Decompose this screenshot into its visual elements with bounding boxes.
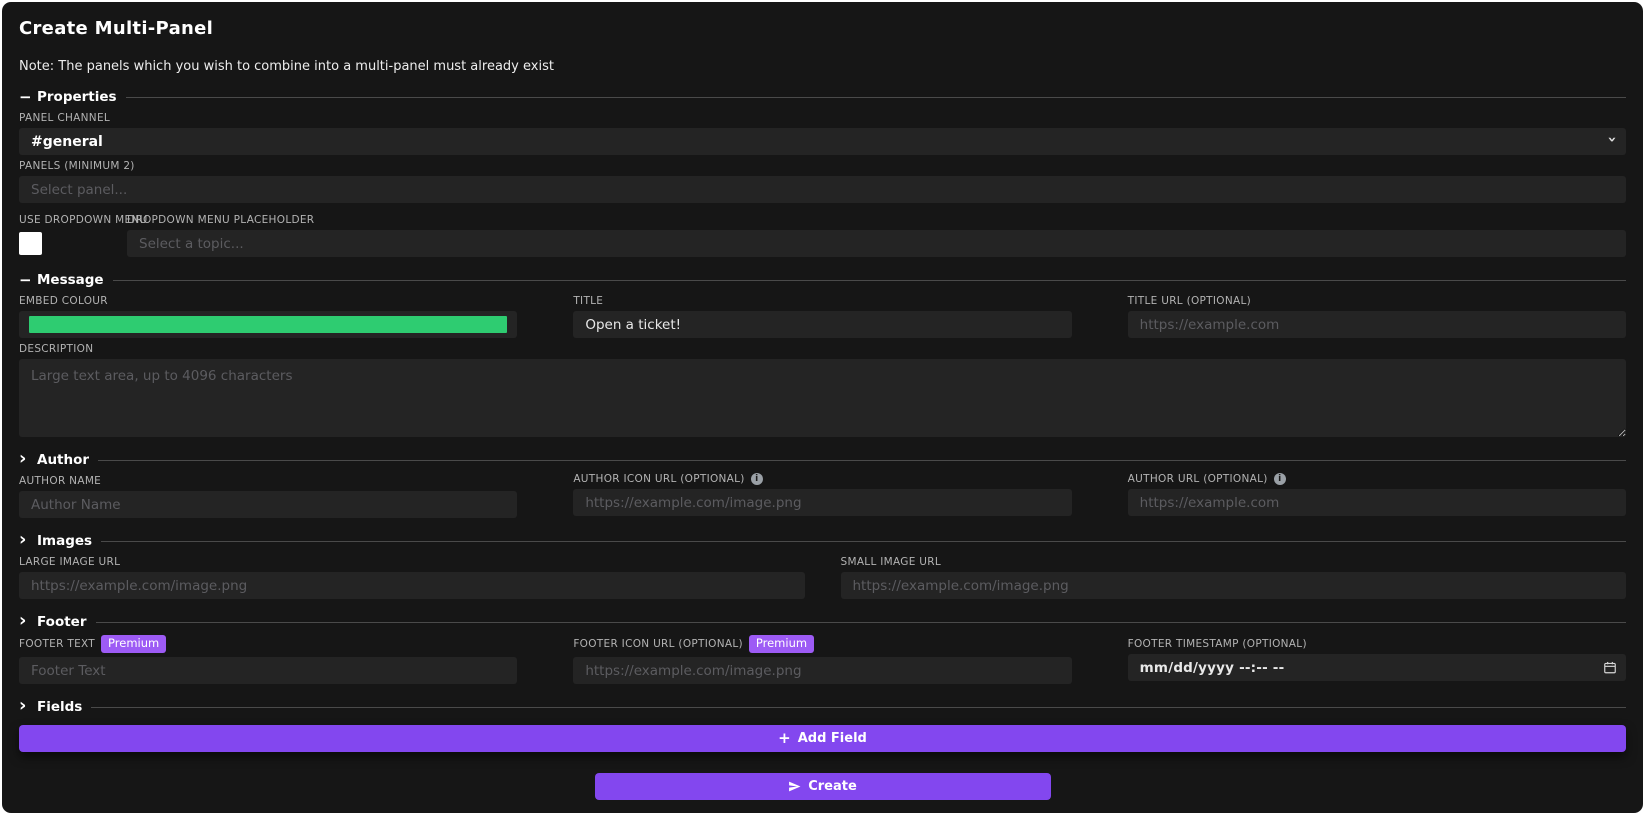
create-button[interactable]: Create [594, 773, 1051, 800]
add-field-label: Add Field [797, 731, 867, 746]
section-title-author: Author [37, 452, 90, 468]
large-image-field: LARGE IMAGE URL [19, 551, 805, 599]
section-title-fields: Fields [37, 699, 83, 715]
dropdown-placeholder-input[interactable] [127, 230, 1626, 257]
title-label: TITLE [573, 295, 604, 307]
footer-icon-url-label: FOOTER ICON URL (OPTIONAL) [573, 638, 743, 650]
collapse-icon[interactable]: − [19, 89, 33, 105]
add-field-button[interactable]: + Add Field [19, 725, 1626, 752]
section-divider [98, 459, 1626, 461]
large-image-label: LARGE IMAGE URL [19, 556, 121, 568]
premium-badge: Premium [748, 635, 815, 653]
collapse-icon[interactable]: − [19, 272, 33, 288]
description-label: DESCRIPTION [19, 343, 94, 355]
dropdown-menu-row: USE DROPDOWN MENU DROPDOWN MENU PLACEHOL… [19, 209, 1626, 257]
premium-badge: Premium [101, 635, 167, 653]
panels-label: PANELS (MINIMUM 2) [19, 160, 135, 172]
section-divider [95, 621, 1626, 623]
footer-timestamp-field: FOOTER TIMESTAMP (OPTIONAL) [1127, 632, 1626, 684]
section-title-message: Message [37, 272, 104, 288]
author-url-label: AUTHOR URL (OPTIONAL) [1127, 473, 1268, 485]
section-divider [91, 706, 1626, 708]
plus-icon: + [778, 729, 791, 747]
title-url-field: TITLE URL (OPTIONAL) [1127, 290, 1626, 338]
footer-timestamp-input-wrap [1127, 654, 1626, 681]
author-url-input[interactable] [1127, 489, 1626, 516]
dropdown-placeholder-label: DROPDOWN MENU PLACEHOLDER [127, 214, 315, 226]
author-name-input[interactable] [19, 491, 518, 518]
section-header-author[interactable]: › Author [19, 449, 1626, 470]
send-icon [789, 781, 801, 792]
title-field: TITLE [573, 290, 1072, 338]
small-image-input[interactable] [840, 572, 1626, 599]
section-title-footer: Footer [37, 614, 87, 630]
section-header-footer[interactable]: › Footer [19, 611, 1626, 632]
panel-channel-label: PANEL CHANNEL [19, 112, 111, 124]
section-title-properties: Properties [37, 89, 117, 105]
large-image-input[interactable] [19, 572, 805, 599]
embed-colour-label: EMBED COLOUR [19, 295, 108, 307]
panel-channel-select[interactable]: #general › [19, 128, 1626, 155]
footer-icon-url-field: FOOTER ICON URL (OPTIONAL) Premium [573, 632, 1072, 684]
create-multi-panel-page: Create Multi-Panel Note: The panels whic… [2, 2, 1643, 813]
panel-channel-select-control[interactable]: #general [19, 128, 1626, 155]
small-image-field: SMALL IMAGE URL [840, 551, 1626, 599]
info-icon: i [750, 473, 763, 485]
section-divider [125, 96, 1626, 98]
page-title: Create Multi-Panel [19, 18, 214, 39]
author-icon-url-label: AUTHOR ICON URL (OPTIONAL) [573, 473, 745, 485]
footer-icon-url-input[interactable] [573, 657, 1072, 684]
footer-text-label: FOOTER TEXT [19, 638, 96, 650]
section-title-images: Images [37, 533, 93, 549]
footer-timestamp-label: FOOTER TIMESTAMP (OPTIONAL) [1127, 638, 1307, 650]
section-divider [101, 540, 1626, 542]
title-input[interactable] [573, 311, 1072, 338]
page-note: Note: The panels which you wish to combi… [19, 59, 554, 74]
author-name-label: AUTHOR NAME [19, 475, 102, 487]
embed-colour-input[interactable] [19, 311, 518, 338]
section-header-fields[interactable]: › Fields [19, 696, 1626, 717]
embed-colour-swatch [29, 316, 508, 333]
small-image-label: SMALL IMAGE URL [840, 556, 942, 568]
chevron-right-icon[interactable]: › [19, 530, 33, 549]
title-url-label: TITLE URL (OPTIONAL) [1127, 295, 1252, 307]
title-url-input[interactable] [1127, 311, 1626, 338]
chevron-right-icon[interactable]: › [19, 696, 33, 715]
create-label: Create [808, 779, 857, 794]
section-header-images[interactable]: › Images [19, 530, 1626, 551]
author-url-field: AUTHOR URL (OPTIONAL) i [1127, 470, 1626, 518]
section-header-properties[interactable]: − Properties [19, 87, 1626, 107]
description-textarea[interactable] [19, 359, 1626, 437]
embed-colour-field: EMBED COLOUR [19, 290, 518, 338]
author-icon-url-field: AUTHOR ICON URL (OPTIONAL) i [573, 470, 1072, 518]
chevron-right-icon[interactable]: › [19, 611, 33, 630]
author-name-field: AUTHOR NAME [19, 470, 518, 518]
section-header-message[interactable]: − Message [19, 270, 1626, 290]
chevron-right-icon[interactable]: › [19, 449, 33, 468]
footer-text-field: FOOTER TEXT Premium [19, 632, 518, 684]
use-dropdown-label: USE DROPDOWN MENU [19, 214, 148, 226]
panels-input[interactable] [19, 176, 1626, 203]
section-divider [112, 279, 1626, 281]
footer-timestamp-input[interactable] [1127, 654, 1626, 681]
footer-text-input[interactable] [19, 657, 518, 684]
use-dropdown-checkbox[interactable] [19, 232, 42, 255]
author-icon-url-input[interactable] [573, 489, 1072, 516]
info-icon: i [1273, 473, 1286, 485]
